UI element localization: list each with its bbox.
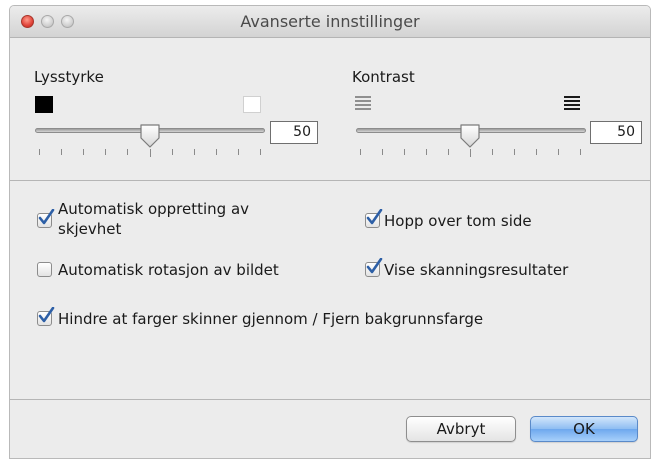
auto-deskew-label-line1: Automatisk oppretting av — [58, 200, 250, 218]
separator-top — [10, 180, 650, 181]
skip-blank-page-label: Hopp over tom side — [384, 212, 532, 230]
black-square-icon — [35, 96, 53, 113]
checkmark-icon — [38, 307, 55, 323]
checkmark-icon — [366, 258, 383, 274]
contrast-label: Kontrast — [352, 68, 415, 86]
low-contrast-icon — [355, 96, 371, 112]
bleed-through-checkbox[interactable] — [37, 307, 55, 326]
high-contrast-icon — [564, 96, 580, 112]
bleed-through-label: Hindre at farger skinner gjennom / Fjern… — [58, 310, 484, 328]
checkmark-icon — [366, 209, 383, 225]
skip-blank-page-checkbox[interactable] — [365, 209, 383, 228]
brightness-slider-thumb[interactable] — [139, 123, 161, 149]
show-scan-results-checkbox[interactable] — [365, 258, 383, 277]
checkmark-icon — [38, 209, 55, 225]
brightness-value-field[interactable]: 50 — [270, 121, 318, 144]
show-scan-results-label: Vise skanningsresultater — [384, 261, 569, 279]
contrast-slider-thumb[interactable] — [459, 123, 481, 149]
advanced-settings-window: Avanserte innstillinger Lysstyrke 50 Kon… — [9, 5, 651, 459]
auto-deskew-label-line2: skjevhet — [58, 220, 122, 238]
title-bar: Avanserte innstillinger — [10, 6, 650, 38]
auto-rotate-checkbox[interactable] — [37, 262, 52, 277]
window-title: Avanserte innstillinger — [240, 12, 420, 31]
white-square-icon — [243, 96, 261, 113]
contrast-value-field[interactable]: 50 — [590, 121, 642, 144]
brightness-label: Lysstyrke — [34, 68, 104, 86]
auto-deskew-checkbox[interactable] — [37, 209, 55, 228]
cancel-button[interactable]: Avbryt — [406, 416, 516, 442]
auto-deskew-label: Automatisk oppretting av skjevhet — [58, 199, 249, 239]
separator-bottom — [10, 399, 650, 400]
auto-rotate-label: Automatisk rotasjon av bildet — [58, 261, 279, 279]
ok-button[interactable]: OK — [530, 416, 638, 442]
